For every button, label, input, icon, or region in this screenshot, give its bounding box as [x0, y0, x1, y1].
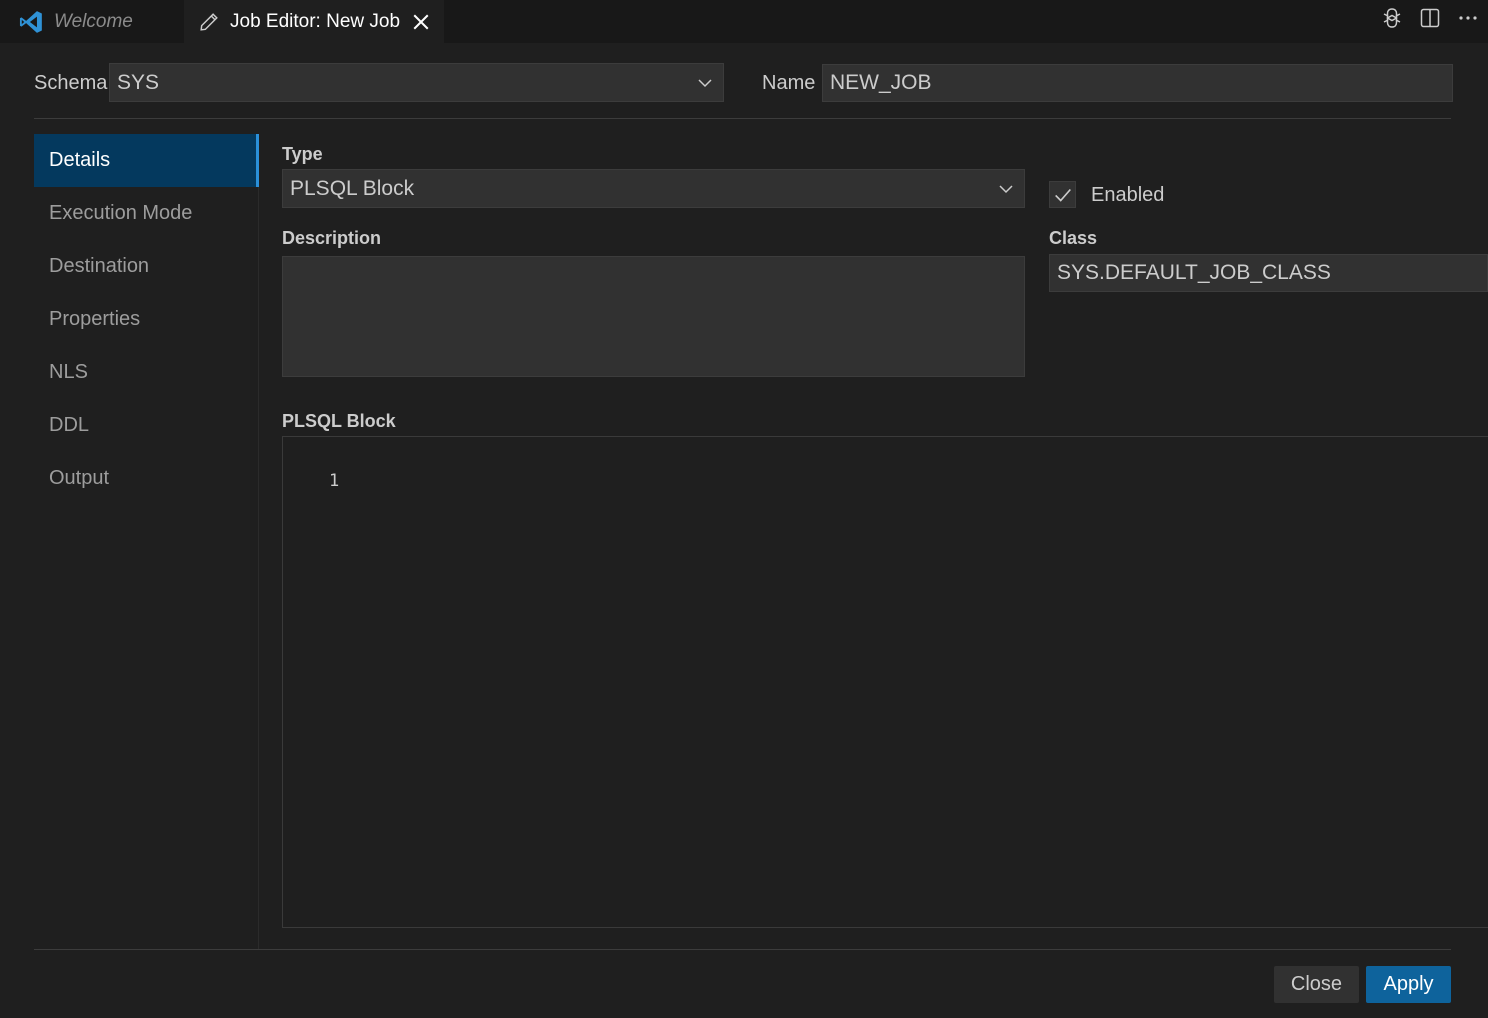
nav-item-label: Details: [49, 149, 111, 171]
nav-item-ddl[interactable]: DDL: [34, 399, 258, 452]
header-divider: [34, 118, 1451, 119]
name-value: NEW_JOB: [830, 71, 932, 94]
class-label: Class: [1049, 228, 1098, 248]
nav-item-label: Destination: [49, 255, 150, 277]
type-value: PLSQL Block: [290, 176, 415, 200]
close-button[interactable]: Close: [1274, 966, 1359, 1003]
sidebar-divider: [258, 187, 259, 949]
editor-actions: [1380, 4, 1480, 32]
nav-item-label: NLS: [49, 361, 88, 383]
nav-item-details[interactable]: Details: [34, 134, 258, 187]
enabled-label: Enabled: [1091, 184, 1165, 206]
class-input[interactable]: SYS.DEFAULT_JOB_CLASS: [1049, 254, 1488, 292]
name-input[interactable]: NEW_JOB: [822, 64, 1453, 102]
nav-active-indicator: [256, 134, 259, 187]
nav-item-nls[interactable]: NLS: [34, 346, 258, 399]
nav-item-label: DDL: [49, 414, 90, 436]
chevron-down-icon: [999, 184, 1013, 193]
apply-button-label: Apply: [1383, 973, 1434, 995]
pencil-icon: [200, 12, 218, 31]
apply-button[interactable]: Apply: [1366, 966, 1451, 1003]
tab-welcome-label: Welcome: [54, 10, 133, 32]
type-select[interactable]: PLSQL Block: [282, 169, 1025, 208]
nav-item-properties[interactable]: Properties: [34, 293, 258, 346]
line-number: 1: [329, 471, 340, 491]
job-editor: Schema SYS Name NEW_JOB Details Executio…: [4, 43, 1488, 1018]
chatgpt-icon[interactable]: [1380, 6, 1404, 30]
schema-label: Schema: [34, 72, 108, 94]
more-actions-icon[interactable]: [1456, 6, 1480, 30]
type-label: Type: [282, 144, 323, 164]
schema-select[interactable]: SYS: [109, 63, 724, 102]
nav-item-label: Output: [49, 467, 110, 489]
name-label: Name: [762, 72, 816, 94]
nav-item-label: Execution Mode: [49, 202, 193, 224]
nav-item-label: Properties: [49, 308, 141, 330]
split-editor-icon[interactable]: [1418, 6, 1442, 30]
nav-item-execution-mode[interactable]: Execution Mode: [34, 187, 258, 240]
tab-welcome[interactable]: Welcome: [4, 0, 184, 43]
tab-job-editor[interactable]: Job Editor: New Job: [184, 0, 444, 43]
description-textarea[interactable]: [282, 256, 1025, 377]
class-value: SYS.DEFAULT_JOB_CLASS: [1057, 261, 1331, 284]
enabled-checkbox[interactable]: [1049, 181, 1076, 208]
footer-divider: [34, 949, 1451, 950]
description-label: Description: [282, 228, 382, 248]
tab-bar: Welcome Job Editor: New Job: [0, 0, 1488, 43]
vscode-logo-icon: [19, 10, 42, 33]
nav-item-destination[interactable]: Destination: [34, 240, 258, 293]
chevron-down-icon: [698, 78, 712, 87]
close-button-label: Close: [1290, 973, 1343, 995]
plsql-code-editor[interactable]: 1: [282, 436, 1488, 928]
schema-value: SYS: [117, 70, 160, 94]
nav-item-output[interactable]: Output: [34, 452, 258, 505]
close-icon[interactable]: [412, 13, 430, 31]
plsql-block-label: PLSQL Block: [282, 411, 396, 431]
tab-job-editor-label: Job Editor: New Job: [230, 10, 401, 32]
checkmark-icon: [1054, 188, 1071, 202]
